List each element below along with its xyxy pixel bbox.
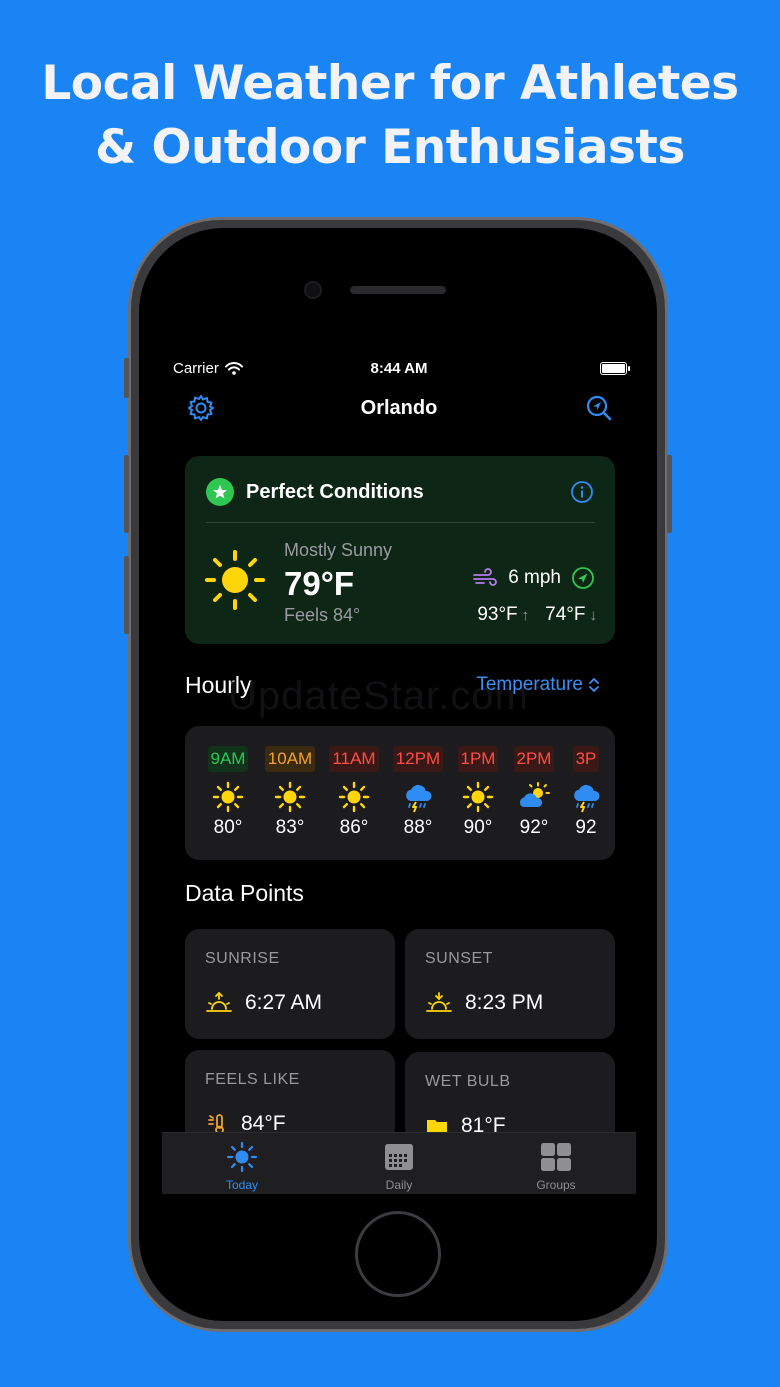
volume-up-button	[124, 455, 129, 533]
conditions-card[interactable]: Perfect Conditions Mostly Sunny 79°F Fee…	[185, 456, 615, 644]
hour-label: 12PM	[392, 746, 444, 772]
metric-selector[interactable]: Temperature	[476, 674, 600, 696]
metric-label: Temperature	[476, 674, 583, 695]
hour-temp: 92	[575, 817, 597, 838]
home-button[interactable]	[355, 1211, 441, 1297]
thunderstorm-icon	[555, 780, 615, 814]
app-screen: Carrier 8:44 AM Orlando Perfect Conditio…	[162, 352, 636, 1194]
earpiece-speaker	[350, 286, 446, 294]
tab-daily[interactable]: Daily	[339, 1141, 459, 1192]
hour-temp: 86°	[339, 817, 369, 838]
hourly-item[interactable]: 9AM 80°	[197, 746, 259, 839]
hourly-card[interactable]: 9AM 80° 10AM 83° 11AM 86° 12PM 88° 1PM 90° 2PM 92° 3…	[185, 726, 615, 860]
conditions-title: Perfect Conditions	[246, 480, 424, 503]
hour-label: 2PM	[513, 746, 555, 772]
sunset-card[interactable]: SUNSET 8:23 PM	[405, 929, 615, 1039]
tab-bar: Today Daily Groups	[162, 1132, 636, 1194]
sun-icon	[197, 780, 259, 814]
sunrise-card[interactable]: SUNRISE 6:27 AM	[185, 929, 395, 1039]
conditions-summary: Mostly Sunny	[284, 540, 393, 560]
hourly-item[interactable]: 1PM 90°	[447, 746, 509, 839]
hour-label: 1PM	[457, 746, 499, 772]
promo-line-2: & Outdoor Enthusiasts	[95, 120, 685, 175]
hour-label: 10AM	[264, 746, 316, 772]
sunrise-value: 6:27 AM	[245, 991, 323, 1014]
data-points-title: Data Points	[185, 880, 304, 906]
hour-temp: 88°	[403, 817, 433, 838]
sunset-value: 8:23 PM	[465, 991, 544, 1014]
status-time: 8:44 AM	[370, 360, 428, 377]
hour-label: 9AM	[207, 746, 249, 772]
tab-daily-label: Daily	[385, 1178, 413, 1192]
current-temp: 79°F	[284, 565, 355, 602]
wind-info: 6 mph	[472, 566, 595, 590]
hourly-item[interactable]: 3P 92	[555, 746, 615, 839]
page-title: Orlando	[360, 397, 438, 419]
location-search-icon[interactable]	[584, 393, 614, 423]
wind-speed: 6 mph	[508, 567, 561, 588]
arrow-up-icon: ↑	[521, 607, 530, 624]
high-low: 93°F ↑ 74°F ↓	[477, 604, 597, 626]
status-bar: Carrier 8:44 AM	[162, 358, 636, 378]
volume-down-button	[124, 556, 129, 634]
sun-icon	[323, 780, 385, 814]
hourly-item[interactable]: 11AM 86°	[323, 746, 385, 839]
sunset-icon	[426, 992, 452, 1012]
grid-icon	[541, 1143, 571, 1171]
calendar-icon	[385, 1144, 413, 1170]
feels-like-text: Feels 84°	[284, 605, 361, 625]
hour-label: 11AM	[329, 746, 379, 772]
hourly-item[interactable]: 10AM 83°	[259, 746, 321, 839]
sun-icon	[447, 780, 509, 814]
chevron-up-down-icon	[589, 678, 599, 692]
wind-direction-icon	[572, 567, 594, 589]
mute-switch	[124, 358, 129, 398]
wet-bulb-label: WET BULB	[425, 1073, 511, 1090]
hour-temp: 90°	[463, 817, 493, 838]
tab-groups[interactable]: Groups	[496, 1141, 616, 1192]
hour-label: 3P	[572, 746, 600, 772]
sun-icon	[205, 550, 265, 610]
sunrise-label: SUNRISE	[205, 950, 280, 967]
info-icon[interactable]	[570, 480, 594, 504]
star-icon	[206, 478, 234, 506]
sun-icon	[259, 780, 321, 814]
arrow-down-icon: ↓	[589, 607, 598, 624]
tab-today-label: Today	[225, 1178, 259, 1192]
high-temp: 93°F	[477, 604, 518, 625]
thunderstorm-icon	[387, 780, 449, 814]
nav-bar: Orlando	[162, 392, 636, 424]
hour-temp: 80°	[213, 817, 243, 838]
front-camera	[304, 281, 322, 299]
hourly-item[interactable]: 12PM 88°	[387, 746, 449, 839]
sun-icon	[226, 1141, 258, 1173]
promo-headline: Local Weather for Athletes & Outdoor Ent…	[0, 52, 780, 180]
sunset-label: SUNSET	[425, 950, 493, 967]
sunrise-icon	[206, 991, 232, 1012]
tab-groups-label: Groups	[536, 1178, 576, 1192]
divider	[206, 522, 595, 523]
feels-like-label: FEELS LIKE	[205, 1071, 300, 1088]
tab-today[interactable]: Today	[182, 1141, 302, 1192]
power-button	[667, 455, 672, 533]
low-temp: 74°F	[545, 604, 586, 625]
hour-temp: 83°	[275, 817, 305, 838]
promo-line-1: Local Weather for Athletes	[41, 56, 739, 111]
wind-icon	[473, 568, 498, 586]
battery-icon	[600, 362, 630, 375]
